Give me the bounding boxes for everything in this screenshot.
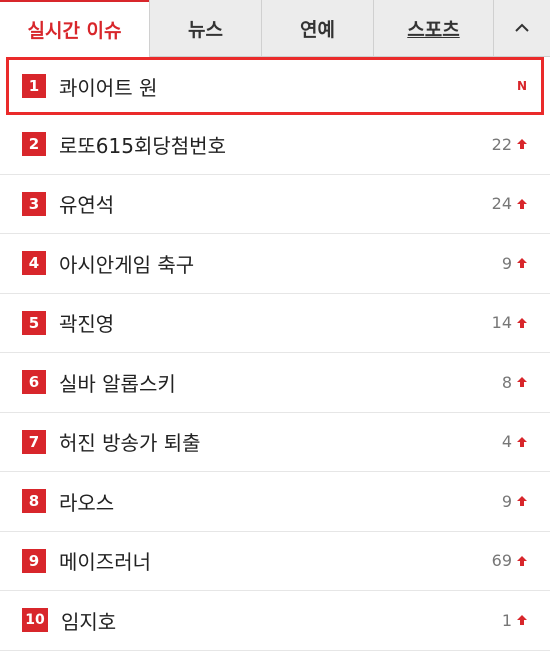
change-value: 69: [491, 551, 512, 571]
tab-label: 스포츠: [407, 18, 460, 41]
rank-change: 24: [492, 194, 528, 213]
list-item[interactable]: 8 라오스 9: [0, 472, 550, 532]
rank-badge: 5: [22, 310, 46, 335]
list-item[interactable]: 5 곽진영 14: [0, 294, 550, 353]
up-arrow-icon: [517, 139, 527, 150]
up-arrow-icon: [517, 377, 527, 388]
change-value: 14: [491, 313, 512, 333]
search-term: 곽진영: [59, 312, 115, 337]
rank-badge: 1: [22, 74, 46, 98]
rank-change: 9: [502, 254, 528, 273]
chevron-up-icon: [515, 23, 529, 32]
new-badge: N: [516, 79, 527, 93]
search-term: 임지호: [61, 609, 117, 634]
up-arrow-icon: [517, 615, 527, 626]
change-value: 24: [491, 194, 512, 214]
rank-change: 22: [492, 135, 528, 154]
tab-entertainment[interactable]: 연예: [261, 0, 373, 57]
change-value: 4: [501, 432, 512, 452]
up-arrow-icon: [517, 198, 527, 209]
tab-label: 뉴스: [188, 18, 223, 41]
list-item[interactable]: 3 유연석 24: [0, 175, 550, 234]
list-item[interactable]: 1 콰이어트 원 N: [6, 57, 544, 115]
list-item[interactable]: 9 메이즈러너 69: [0, 532, 550, 591]
search-term: 허진 방송가 퇴출: [59, 431, 201, 456]
rank-badge: 6: [22, 370, 46, 395]
rank-change: 9: [502, 492, 528, 511]
rank-change: 4: [502, 432, 528, 451]
trending-list: 1 콰이어트 원 N 2 로또615회당첨번호 22 3 유연석 24 4 아시안게임 축구 9 5 곽진…: [0, 57, 550, 651]
rank-change: 8: [502, 373, 528, 392]
tab-realtime-issue[interactable]: 실시간 이슈: [0, 0, 149, 57]
change-value: 9: [501, 491, 512, 511]
up-arrow-icon: [517, 317, 527, 328]
change-value: 1: [501, 610, 512, 630]
rank-change: 14: [492, 313, 528, 332]
list-item[interactable]: 10 임지호 1: [0, 591, 550, 651]
search-term: 라오스: [59, 490, 115, 515]
change-value: 22: [491, 134, 512, 154]
tab-sports[interactable]: 스포츠: [373, 0, 493, 57]
up-arrow-icon: [517, 496, 527, 507]
rank-change: N: [517, 79, 527, 93]
list-item[interactable]: 6 실바 알롭스키 8: [0, 353, 550, 413]
rank-badge: 3: [22, 191, 46, 216]
rank-badge: 8: [22, 489, 46, 514]
rank-badge: 9: [22, 548, 46, 573]
search-term: 로또615회당첨번호: [59, 133, 226, 158]
rank-change: 1: [502, 611, 528, 630]
change-value: 8: [501, 372, 512, 392]
rank-badge: 2: [22, 132, 46, 157]
tab-label: 실시간 이슈: [27, 20, 122, 42]
category-tabs: 실시간 이슈 뉴스 연예 스포츠: [0, 0, 550, 57]
search-term: 아시안게임 축구: [59, 252, 195, 277]
rank-change: 69: [492, 551, 528, 570]
search-term: 콰이어트 원: [59, 75, 158, 100]
change-value: 9: [501, 253, 512, 273]
up-arrow-icon: [517, 258, 527, 269]
list-item[interactable]: 4 아시안게임 축구 9: [0, 234, 550, 294]
list-item[interactable]: 7 허진 방송가 퇴출 4: [0, 413, 550, 472]
rank-badge: 10: [22, 608, 48, 633]
collapse-button[interactable]: [493, 0, 550, 57]
rank-badge: 7: [22, 429, 46, 454]
search-term: 유연석: [59, 193, 115, 218]
search-term: 메이즈러너: [59, 550, 151, 575]
up-arrow-icon: [517, 436, 527, 447]
search-term: 실바 알롭스키: [59, 371, 176, 396]
rank-badge: 4: [22, 251, 46, 276]
list-item[interactable]: 2 로또615회당첨번호 22: [0, 115, 550, 175]
tab-label: 연예: [300, 18, 335, 41]
tab-news[interactable]: 뉴스: [149, 0, 261, 57]
up-arrow-icon: [517, 555, 527, 566]
